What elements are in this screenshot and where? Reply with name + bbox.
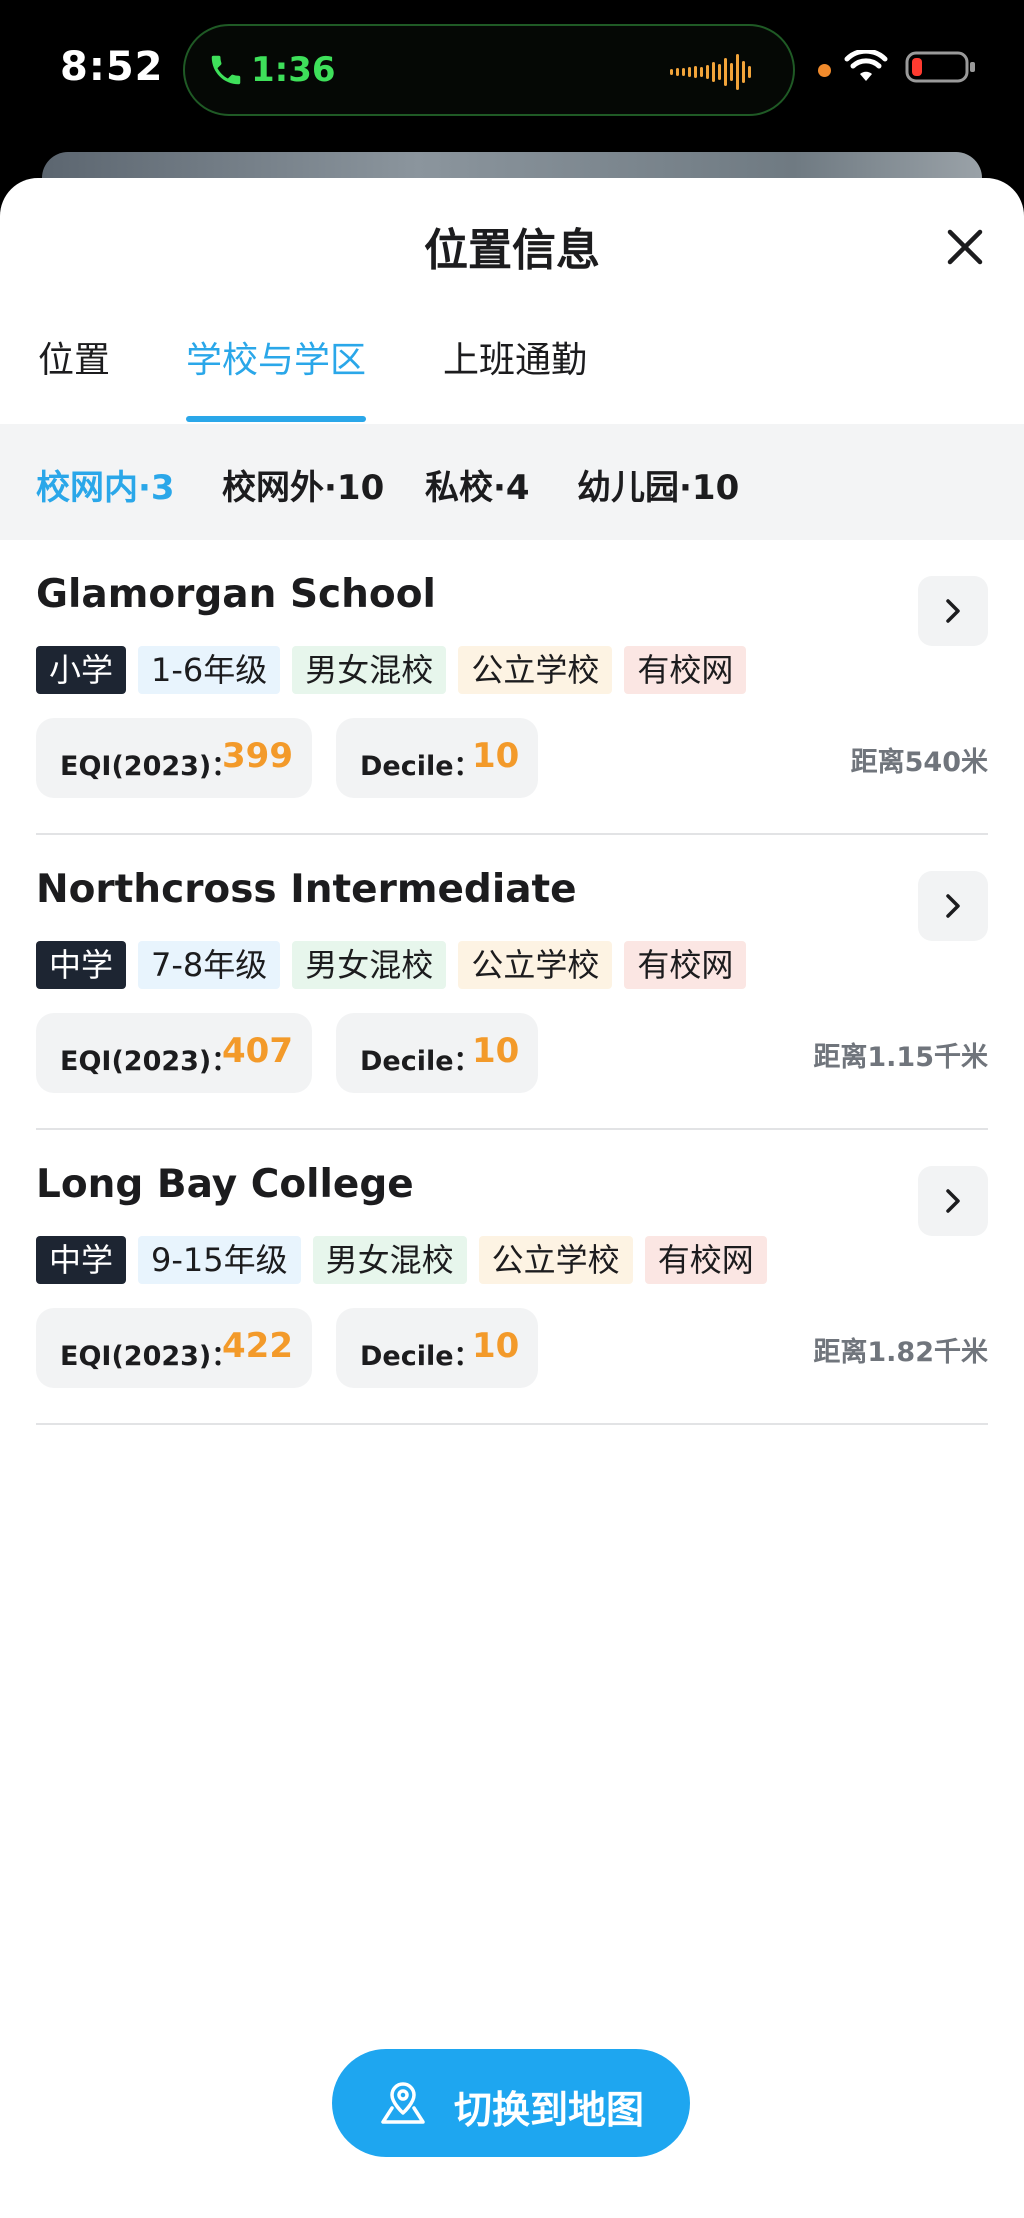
decile-label: Decile： <box>360 1341 481 1372</box>
tab-bar: 位置 学校与学区 上班通勤 <box>0 318 1024 424</box>
school-detail-button[interactable] <box>918 871 988 941</box>
school-detail-button[interactable] <box>918 576 988 646</box>
school-detail-button[interactable] <box>918 1166 988 1236</box>
tab-location[interactable]: 位置 <box>38 318 110 424</box>
decile-value: 10 <box>472 1031 520 1071</box>
eqi-pill: EQI(2023)： 399 <box>36 718 312 798</box>
tab-schools[interactable]: 学校与学区 <box>186 318 366 424</box>
eqi-value: 422 <box>222 1326 293 1366</box>
school-filter-bar: 校网内·3 校网外·10 私校·4 幼儿园·10 <box>0 424 1024 540</box>
decile-value: 10 <box>472 736 520 776</box>
school-card[interactable]: Glamorgan School 小学 1-6年级 男女混校 公立学校 有校网 … <box>0 540 1024 835</box>
filter-in-zone[interactable]: 校网内·3 <box>36 460 175 509</box>
call-duration: 1:36 <box>251 50 336 90</box>
card-divider <box>36 1423 988 1425</box>
privacy-indicator-dot <box>818 64 831 77</box>
wifi-icon <box>844 50 888 81</box>
eqi-pill: EQI(2023)： 407 <box>36 1013 312 1093</box>
decile-pill: Decile： 10 <box>336 718 538 798</box>
switch-to-map-button[interactable]: 切换到地图 <box>332 2049 690 2157</box>
school-tags: 中学 7-8年级 男女混校 公立学校 有校网 <box>36 941 747 989</box>
tag-zone: 有校网 <box>644 1236 767 1284</box>
battery-low-icon <box>905 51 975 83</box>
eqi-label: EQI(2023)： <box>60 1046 239 1077</box>
school-card[interactable]: Long Bay College 中学 9-15年级 男女混校 公立学校 有校网… <box>0 1130 1024 1425</box>
tag-school-level: 中学 <box>36 1236 127 1284</box>
tag-public: 公立学校 <box>458 941 613 989</box>
school-distance: 距离540米 <box>850 747 988 778</box>
tag-zone: 有校网 <box>624 646 747 694</box>
school-name: Glamorgan School <box>36 572 436 617</box>
tag-grades: 1-6年级 <box>138 646 281 694</box>
school-tags: 中学 9-15年级 男女混校 公立学校 有校网 <box>36 1236 767 1284</box>
tag-public: 公立学校 <box>478 1236 633 1284</box>
audio-waveform-icon <box>670 54 751 90</box>
filter-private[interactable]: 私校·4 <box>425 460 530 509</box>
tab-commute[interactable]: 上班通勤 <box>443 318 587 424</box>
school-distance: 距离1.15千米 <box>813 1042 988 1073</box>
eqi-value: 407 <box>222 1031 293 1071</box>
active-tab-indicator <box>186 416 366 422</box>
location-info-sheet: 位置信息 位置 学校与学区 上班通勤 校网内·3 校网外·10 私校·4 幼儿园… <box>0 178 1024 2218</box>
school-name: Northcross Intermediate <box>36 867 577 912</box>
tag-zone: 有校网 <box>624 941 747 989</box>
tag-coed: 男女混校 <box>292 941 447 989</box>
status-bar: 8:52 1:36 <box>0 0 1024 150</box>
close-icon[interactable] <box>940 222 990 272</box>
tag-public: 公立学校 <box>458 646 613 694</box>
chevron-right-icon <box>946 894 960 918</box>
eqi-value: 399 <box>222 736 293 776</box>
tag-coed: 男女混校 <box>312 1236 467 1284</box>
tag-school-level: 中学 <box>36 941 127 989</box>
tag-coed: 男女混校 <box>292 646 447 694</box>
phone-call-icon <box>211 55 241 85</box>
sheet-title: 位置信息 <box>424 225 600 276</box>
decile-pill: Decile： 10 <box>336 1013 538 1093</box>
eqi-label: EQI(2023)： <box>60 1341 239 1372</box>
dynamic-island[interactable]: 1:36 <box>183 24 795 116</box>
decile-pill: Decile： 10 <box>336 1308 538 1388</box>
chevron-right-icon <box>946 599 960 623</box>
decile-value: 10 <box>472 1326 520 1366</box>
switch-to-map-label: 切换到地图 <box>454 2088 645 2132</box>
school-distance: 距离1.82千米 <box>813 1337 988 1368</box>
map-pin-icon <box>381 2082 425 2124</box>
eqi-label: EQI(2023)： <box>60 751 239 782</box>
decile-label: Decile： <box>360 751 481 782</box>
filter-kindergarten[interactable]: 幼儿园·10 <box>577 460 739 509</box>
eqi-pill: EQI(2023)： 422 <box>36 1308 312 1388</box>
school-name: Long Bay College <box>36 1162 414 1207</box>
filter-out-of-zone[interactable]: 校网外·10 <box>222 460 384 509</box>
decile-label: Decile： <box>360 1046 481 1077</box>
school-card[interactable]: Northcross Intermediate 中学 7-8年级 男女混校 公立… <box>0 835 1024 1130</box>
school-tags: 小学 1-6年级 男女混校 公立学校 有校网 <box>36 646 747 694</box>
tag-grades: 9-15年级 <box>138 1236 301 1284</box>
status-time: 8:52 <box>60 44 164 90</box>
chevron-right-icon <box>946 1189 960 1213</box>
tag-school-level: 小学 <box>36 646 127 694</box>
tag-grades: 7-8年级 <box>138 941 281 989</box>
